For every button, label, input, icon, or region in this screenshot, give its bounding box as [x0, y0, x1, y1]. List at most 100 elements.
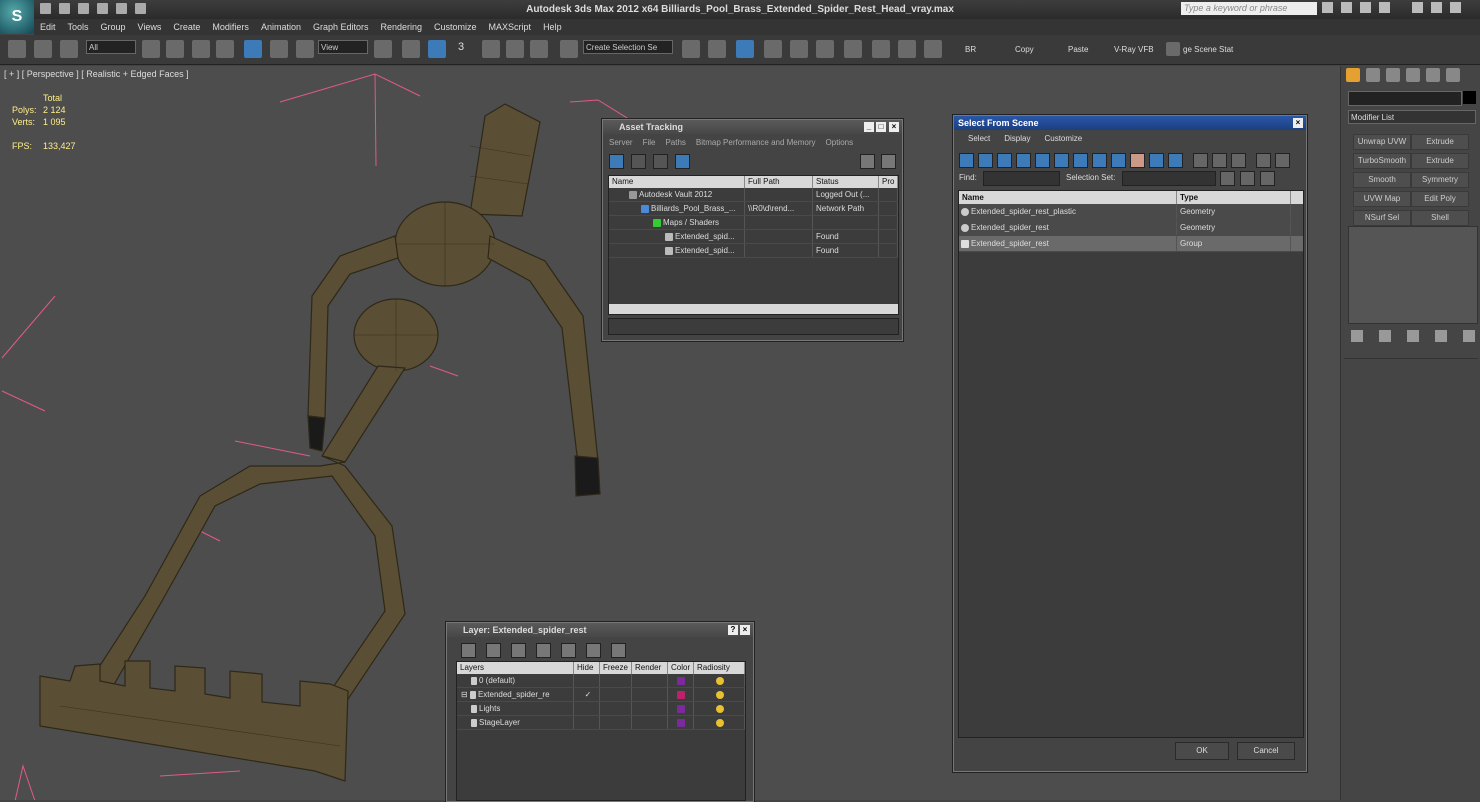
display-bones-icon[interactable]	[1111, 153, 1126, 168]
col-full-path[interactable]: Full Path	[745, 176, 813, 188]
communication-center-icon[interactable]	[1341, 2, 1352, 13]
pivot-center-icon[interactable]	[374, 40, 392, 58]
display-containers-icon[interactable]	[1130, 153, 1145, 168]
edit-named-selection-icon[interactable]	[560, 40, 578, 58]
copy-button[interactable]: Copy	[1015, 45, 1034, 54]
display-frozen-icon[interactable]	[1149, 153, 1164, 168]
selection-set-remove-icon[interactable]	[1240, 171, 1255, 186]
asset-table[interactable]: Name Full Path Status Pro Autodesk Vault…	[608, 175, 899, 315]
radiosity-sun-icon[interactable]	[715, 718, 724, 727]
viewport-label[interactable]: [ + ] [ Perspective ] [ Realistic + Edge…	[4, 69, 189, 79]
ok-button[interactable]: OK	[1175, 742, 1229, 760]
col-color[interactable]: Color	[668, 662, 694, 674]
maximize-icon[interactable]	[1431, 2, 1442, 13]
layer-row[interactable]: StageLayer	[457, 716, 745, 730]
display-lights-icon[interactable]	[997, 153, 1012, 168]
menu-graph-editors[interactable]: Graph Editors	[307, 19, 375, 35]
modifier-unwrap-uvw-button[interactable]: Unwrap UVW	[1353, 134, 1411, 150]
col-layers[interactable]: Layers	[457, 662, 574, 674]
make-unique-icon[interactable]	[1407, 330, 1419, 342]
display-cameras-icon[interactable]	[1016, 153, 1031, 168]
table-row[interactable]: Maps / Shaders	[609, 216, 898, 230]
menu-select[interactable]: Select	[968, 134, 990, 143]
col-status[interactable]: Status	[813, 176, 879, 188]
layer-row[interactable]: ⊟ Extended_spider_re ✓	[457, 688, 745, 702]
highlight-selected-layer-icon[interactable]	[561, 643, 576, 658]
display-geometry-icon[interactable]	[959, 153, 974, 168]
link-icon[interactable]	[8, 40, 26, 58]
modifier-extrude-button[interactable]: Extrude	[1411, 134, 1469, 150]
vray-vfb-button[interactable]: V-Ray VFB	[1114, 45, 1154, 54]
display-shapes-icon[interactable]	[978, 153, 993, 168]
stage-scene-icon[interactable]	[1166, 42, 1180, 56]
spinner-snap-icon[interactable]	[530, 40, 548, 58]
layer-row[interactable]: 0 (default)	[457, 674, 745, 688]
render-production-icon[interactable]	[924, 40, 942, 58]
menu-bitmap-performance[interactable]: Bitmap Performance and Memory	[696, 138, 816, 147]
maximize-icon[interactable]: □	[876, 122, 886, 132]
col-type[interactable]: Type	[1177, 191, 1291, 204]
select-none-icon[interactable]	[1212, 153, 1227, 168]
modifier-symmetry-button[interactable]: Symmetry	[1411, 172, 1469, 188]
menu-customize[interactable]: Customize	[428, 19, 483, 35]
modifier-stack[interactable]	[1348, 226, 1478, 324]
display-helpers-icon[interactable]	[1035, 153, 1050, 168]
configure-modifier-sets-icon[interactable]	[1463, 330, 1475, 342]
select-manipulate-icon[interactable]	[402, 40, 420, 58]
unlink-icon[interactable]	[34, 40, 52, 58]
active-layer-check[interactable]: ✓	[574, 688, 600, 701]
hide-unhide-all-icon[interactable]	[586, 643, 601, 658]
freeze-unfreeze-all-icon[interactable]	[611, 643, 626, 658]
menu-tools[interactable]: Tools	[62, 19, 95, 35]
object-name-field[interactable]	[1348, 91, 1462, 106]
close-icon[interactable]	[1450, 2, 1461, 13]
table-row[interactable]: Extended_spider_rest Geometry	[959, 220, 1303, 236]
select-by-name-icon[interactable]	[166, 40, 184, 58]
select-invert-icon[interactable]	[1231, 153, 1246, 168]
filter-icon[interactable]	[1256, 153, 1271, 168]
layer-manager-icon[interactable]	[736, 40, 754, 58]
menu-server[interactable]: Server	[609, 138, 633, 147]
menu-views[interactable]: Views	[132, 19, 168, 35]
layer-table[interactable]: Layers Hide Freeze Render Color Radiosit…	[456, 661, 746, 801]
display-hidden-icon[interactable]	[1168, 153, 1183, 168]
motion-tab-icon[interactable]	[1406, 68, 1420, 82]
table-row[interactable]: Extended_spid... Found	[609, 244, 898, 258]
close-icon[interactable]: ×	[889, 122, 899, 132]
percent-snap-icon[interactable]	[506, 40, 524, 58]
rectangle-selection-icon[interactable]	[192, 40, 210, 58]
help-icon[interactable]: ?	[728, 625, 738, 635]
layer-color-swatch[interactable]	[677, 690, 685, 699]
col-pro[interactable]: Pro	[879, 176, 898, 188]
table-row[interactable]: Extended_spider_rest_plastic Geometry	[959, 204, 1303, 220]
angle-snap-icon[interactable]	[482, 40, 500, 58]
layer-color-swatch[interactable]	[677, 676, 685, 685]
rotate-icon[interactable]	[270, 40, 288, 58]
display-xrefs-icon[interactable]	[1092, 153, 1107, 168]
layer-row[interactable]: Lights	[457, 702, 745, 716]
align-icon[interactable]	[708, 40, 726, 58]
menu-create[interactable]: Create	[167, 19, 206, 35]
minimize-icon[interactable]: _	[864, 122, 874, 132]
menu-rendering[interactable]: Rendering	[375, 19, 429, 35]
help-icon[interactable]	[1379, 2, 1390, 13]
menu-modifiers[interactable]: Modifiers	[206, 19, 255, 35]
modifier-smooth-button[interactable]: Smooth	[1353, 172, 1411, 188]
list-view-icon[interactable]	[631, 154, 646, 169]
table-row[interactable]: Billiards_Pool_Brass_... \\R0\d\rend... Ne…	[609, 202, 898, 216]
radiosity-sun-icon[interactable]	[715, 690, 724, 699]
table-row[interactable]: Extended_spider_rest Group	[959, 236, 1303, 252]
display-spacewarps-icon[interactable]	[1054, 153, 1069, 168]
select-objects-in-layer-icon[interactable]	[536, 643, 551, 658]
scale-icon[interactable]	[296, 40, 314, 58]
col-name[interactable]: Name	[959, 191, 1177, 204]
rendered-frame-window-icon[interactable]	[898, 40, 916, 58]
display-groups-icon[interactable]	[1073, 153, 1088, 168]
layer-color-swatch[interactable]	[677, 704, 685, 713]
menu-help[interactable]: Help	[537, 19, 568, 35]
add-to-layer-icon[interactable]	[511, 643, 526, 658]
find-input[interactable]	[983, 171, 1060, 186]
snap-toggle-3d[interactable]: 3	[458, 41, 464, 53]
delete-layer-icon[interactable]	[486, 643, 501, 658]
menu-edit[interactable]: Edit	[34, 19, 62, 35]
